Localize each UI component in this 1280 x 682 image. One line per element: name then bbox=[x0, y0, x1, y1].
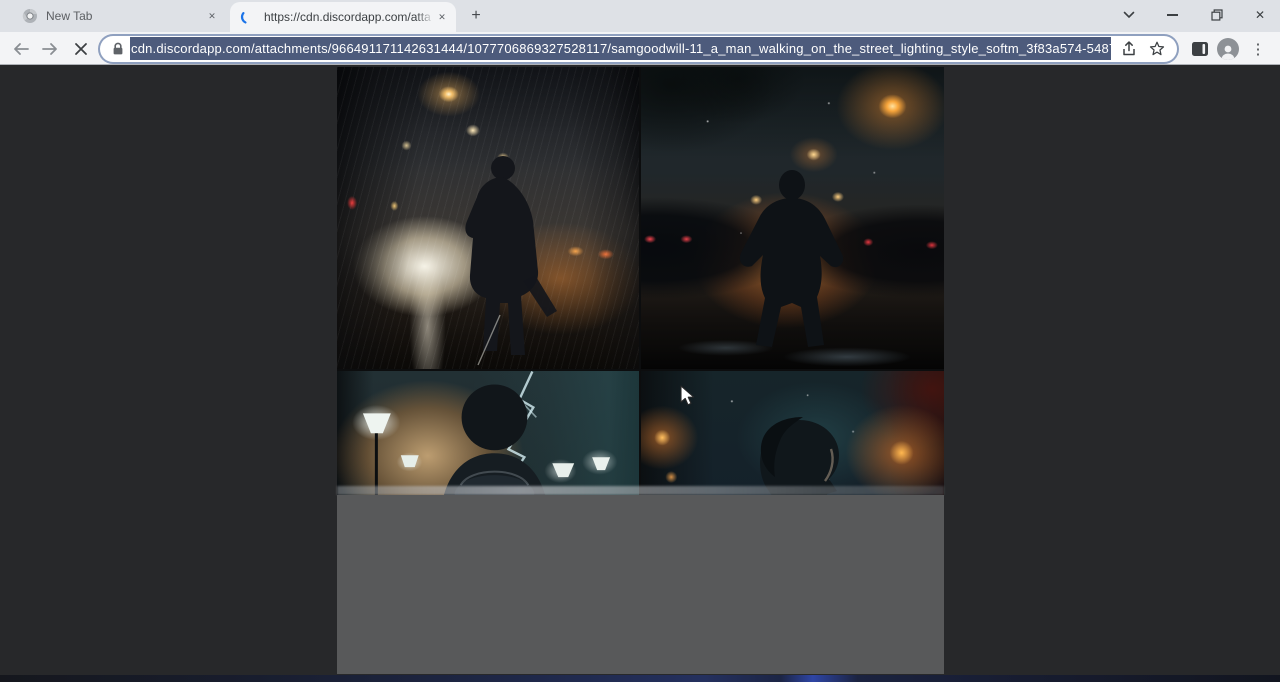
back-arrow-icon bbox=[12, 41, 30, 57]
stop-loading-button[interactable] bbox=[67, 35, 95, 63]
loading-image[interactable] bbox=[337, 67, 944, 674]
image-quadrant-rainy-street-man-back bbox=[337, 67, 639, 369]
new-tab-button[interactable]: + bbox=[466, 6, 486, 26]
man-silhouette-front bbox=[641, 67, 944, 369]
tab-search-button[interactable] bbox=[1109, 0, 1149, 30]
forward-arrow-icon bbox=[41, 41, 59, 57]
restore-icon bbox=[1211, 9, 1223, 21]
tab-title: https://cdn.discordapp.com/atta bbox=[264, 10, 434, 24]
profile-button[interactable] bbox=[1214, 35, 1242, 63]
share-icon bbox=[1120, 40, 1138, 58]
taskbar-edge bbox=[0, 675, 1280, 682]
page-content bbox=[0, 66, 1280, 682]
lock-icon bbox=[111, 41, 125, 57]
address-bar[interactable]: cdn.discordapp.com/attachments/966491171… bbox=[100, 36, 1177, 62]
browser-toolbar: cdn.discordapp.com/attachments/966491171… bbox=[0, 32, 1280, 65]
restore-button[interactable] bbox=[1197, 0, 1237, 30]
image-quadrant-snowy-street-man-front bbox=[641, 67, 944, 369]
man-silhouette-back bbox=[337, 67, 639, 369]
tab-strip: New Tab ✕ https://cdn.discordapp.com/att… bbox=[0, 0, 1280, 32]
share-button[interactable] bbox=[1119, 39, 1139, 59]
close-window-button[interactable]: ✕ bbox=[1240, 0, 1280, 30]
star-outline-icon bbox=[1148, 40, 1166, 58]
tab-discord-cdn[interactable]: https://cdn.discordapp.com/atta ✕ bbox=[230, 2, 456, 32]
side-panel-icon bbox=[1191, 41, 1209, 57]
bookmark-button[interactable] bbox=[1147, 39, 1167, 59]
minimize-button[interactable] bbox=[1152, 0, 1192, 30]
mouse-cursor bbox=[680, 385, 696, 407]
loading-spinner-icon bbox=[240, 9, 256, 25]
person-icon bbox=[1219, 44, 1237, 60]
unloaded-image-placeholder bbox=[337, 495, 944, 674]
url-selected-text: cdn.discordapp.com/attachments/966491171… bbox=[130, 37, 1111, 60]
stop-x-icon bbox=[74, 42, 88, 56]
browser-menu-button[interactable]: ⋮ bbox=[1244, 35, 1272, 63]
forward-button[interactable] bbox=[36, 35, 64, 63]
back-button[interactable] bbox=[7, 35, 35, 63]
tab-new-tab[interactable]: New Tab ✕ bbox=[10, 0, 226, 32]
chevron-down-icon bbox=[1123, 11, 1135, 19]
url-text[interactable]: cdn.discordapp.com/attachments/966491171… bbox=[130, 36, 1111, 62]
avatar bbox=[1217, 38, 1239, 60]
side-panel-button[interactable] bbox=[1186, 35, 1214, 63]
tab-title-fade bbox=[416, 10, 434, 24]
tab-close-button[interactable]: ✕ bbox=[204, 8, 220, 24]
tab-title-fade bbox=[186, 9, 204, 23]
tab-close-button[interactable]: ✕ bbox=[434, 9, 450, 25]
omnibox-actions bbox=[1111, 39, 1177, 59]
tab-title: New Tab bbox=[46, 9, 204, 23]
chrome-logo-icon bbox=[22, 8, 38, 24]
progressive-scan-band bbox=[337, 486, 944, 495]
minimize-icon bbox=[1167, 14, 1178, 15]
